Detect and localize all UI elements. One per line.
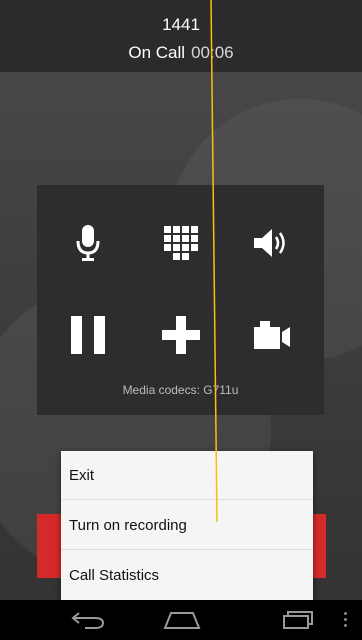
dialpad-button[interactable] bbox=[153, 215, 209, 271]
video-button[interactable] bbox=[244, 307, 300, 363]
menu-item-label: Turn on recording bbox=[69, 516, 187, 534]
home-icon bbox=[163, 612, 201, 629]
dialpad-icon bbox=[164, 226, 198, 260]
menu-item-call-statistics[interactable]: Call Statistics bbox=[61, 551, 313, 600]
speaker-icon bbox=[254, 229, 285, 257]
overflow-menu-icon[interactable] bbox=[344, 612, 348, 628]
call-status: On Call bbox=[128, 43, 186, 62]
menu-item-turn-on-recording[interactable]: Turn on recording bbox=[61, 501, 313, 550]
add-call-button[interactable] bbox=[153, 307, 209, 363]
home-button[interactable] bbox=[152, 600, 212, 640]
recent-apps-button[interactable] bbox=[268, 600, 328, 640]
back-icon bbox=[71, 612, 105, 629]
menu-item-label: Exit bbox=[69, 466, 95, 484]
media-codecs-label: Media codecs: G711u bbox=[122, 383, 239, 397]
hold-button[interactable] bbox=[60, 307, 116, 363]
call-status-row: On Call 00:06 bbox=[0, 43, 362, 63]
call-controls-panel: Media codecs: G711u bbox=[37, 185, 324, 415]
menu-item-exit[interactable]: Exit bbox=[61, 451, 313, 500]
call-header: 1441 On Call 00:06 bbox=[0, 0, 362, 72]
recent-apps-icon bbox=[283, 611, 313, 629]
call-number: 1441 bbox=[162, 15, 200, 34]
navigation-bar bbox=[0, 600, 362, 640]
plus-icon bbox=[162, 316, 200, 354]
speaker-button[interactable] bbox=[244, 215, 300, 271]
options-menu: Exit Turn on recording Call Statistics bbox=[61, 451, 313, 600]
menu-item-label: Call Statistics bbox=[69, 567, 160, 584]
pause-icon bbox=[71, 316, 105, 354]
back-button[interactable] bbox=[58, 600, 118, 640]
microphone-button[interactable] bbox=[60, 215, 116, 271]
call-timer: 00:06 bbox=[191, 43, 234, 62]
video-camera-icon bbox=[254, 321, 290, 349]
microphone-icon bbox=[76, 225, 100, 261]
